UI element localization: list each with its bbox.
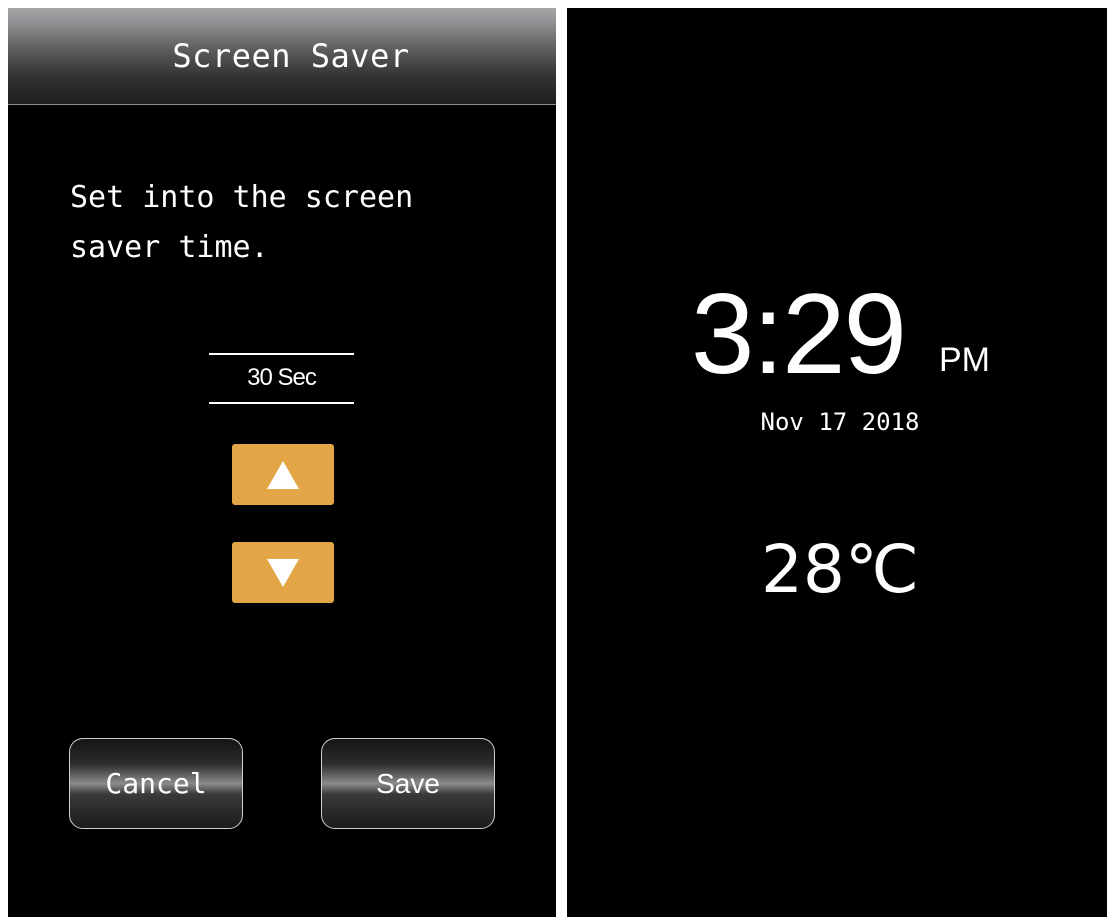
screen-saver-time-value: 30 Sec xyxy=(247,364,317,391)
decrease-time-button[interactable] xyxy=(232,542,334,603)
screensaver-clock-panel: 3:29 PM Nov 17 2018 28℃ xyxy=(567,8,1107,917)
cancel-button[interactable]: Cancel xyxy=(69,738,243,829)
value-divider-bottom xyxy=(209,402,354,404)
page-title: Screen Saver xyxy=(172,37,410,75)
screen-saver-settings-panel: Screen Saver Set into the screen saver t… xyxy=(8,8,556,917)
increase-time-button[interactable] xyxy=(232,444,334,505)
triangle-down-icon xyxy=(267,558,299,587)
clock: 3:29 PM xyxy=(567,271,1107,398)
instruction-text: Set into the screen saver time. xyxy=(70,180,414,265)
date-display: Nov 17 2018 xyxy=(760,408,920,436)
clock-ampm: PM xyxy=(939,341,990,379)
save-button[interactable]: Save xyxy=(321,738,495,829)
clock-time: 3:29 xyxy=(691,271,907,398)
temperature-display: 28℃ xyxy=(760,531,920,608)
triangle-up-icon xyxy=(267,460,299,489)
value-divider-top xyxy=(209,353,354,355)
title-bar: Screen Saver xyxy=(8,8,556,105)
